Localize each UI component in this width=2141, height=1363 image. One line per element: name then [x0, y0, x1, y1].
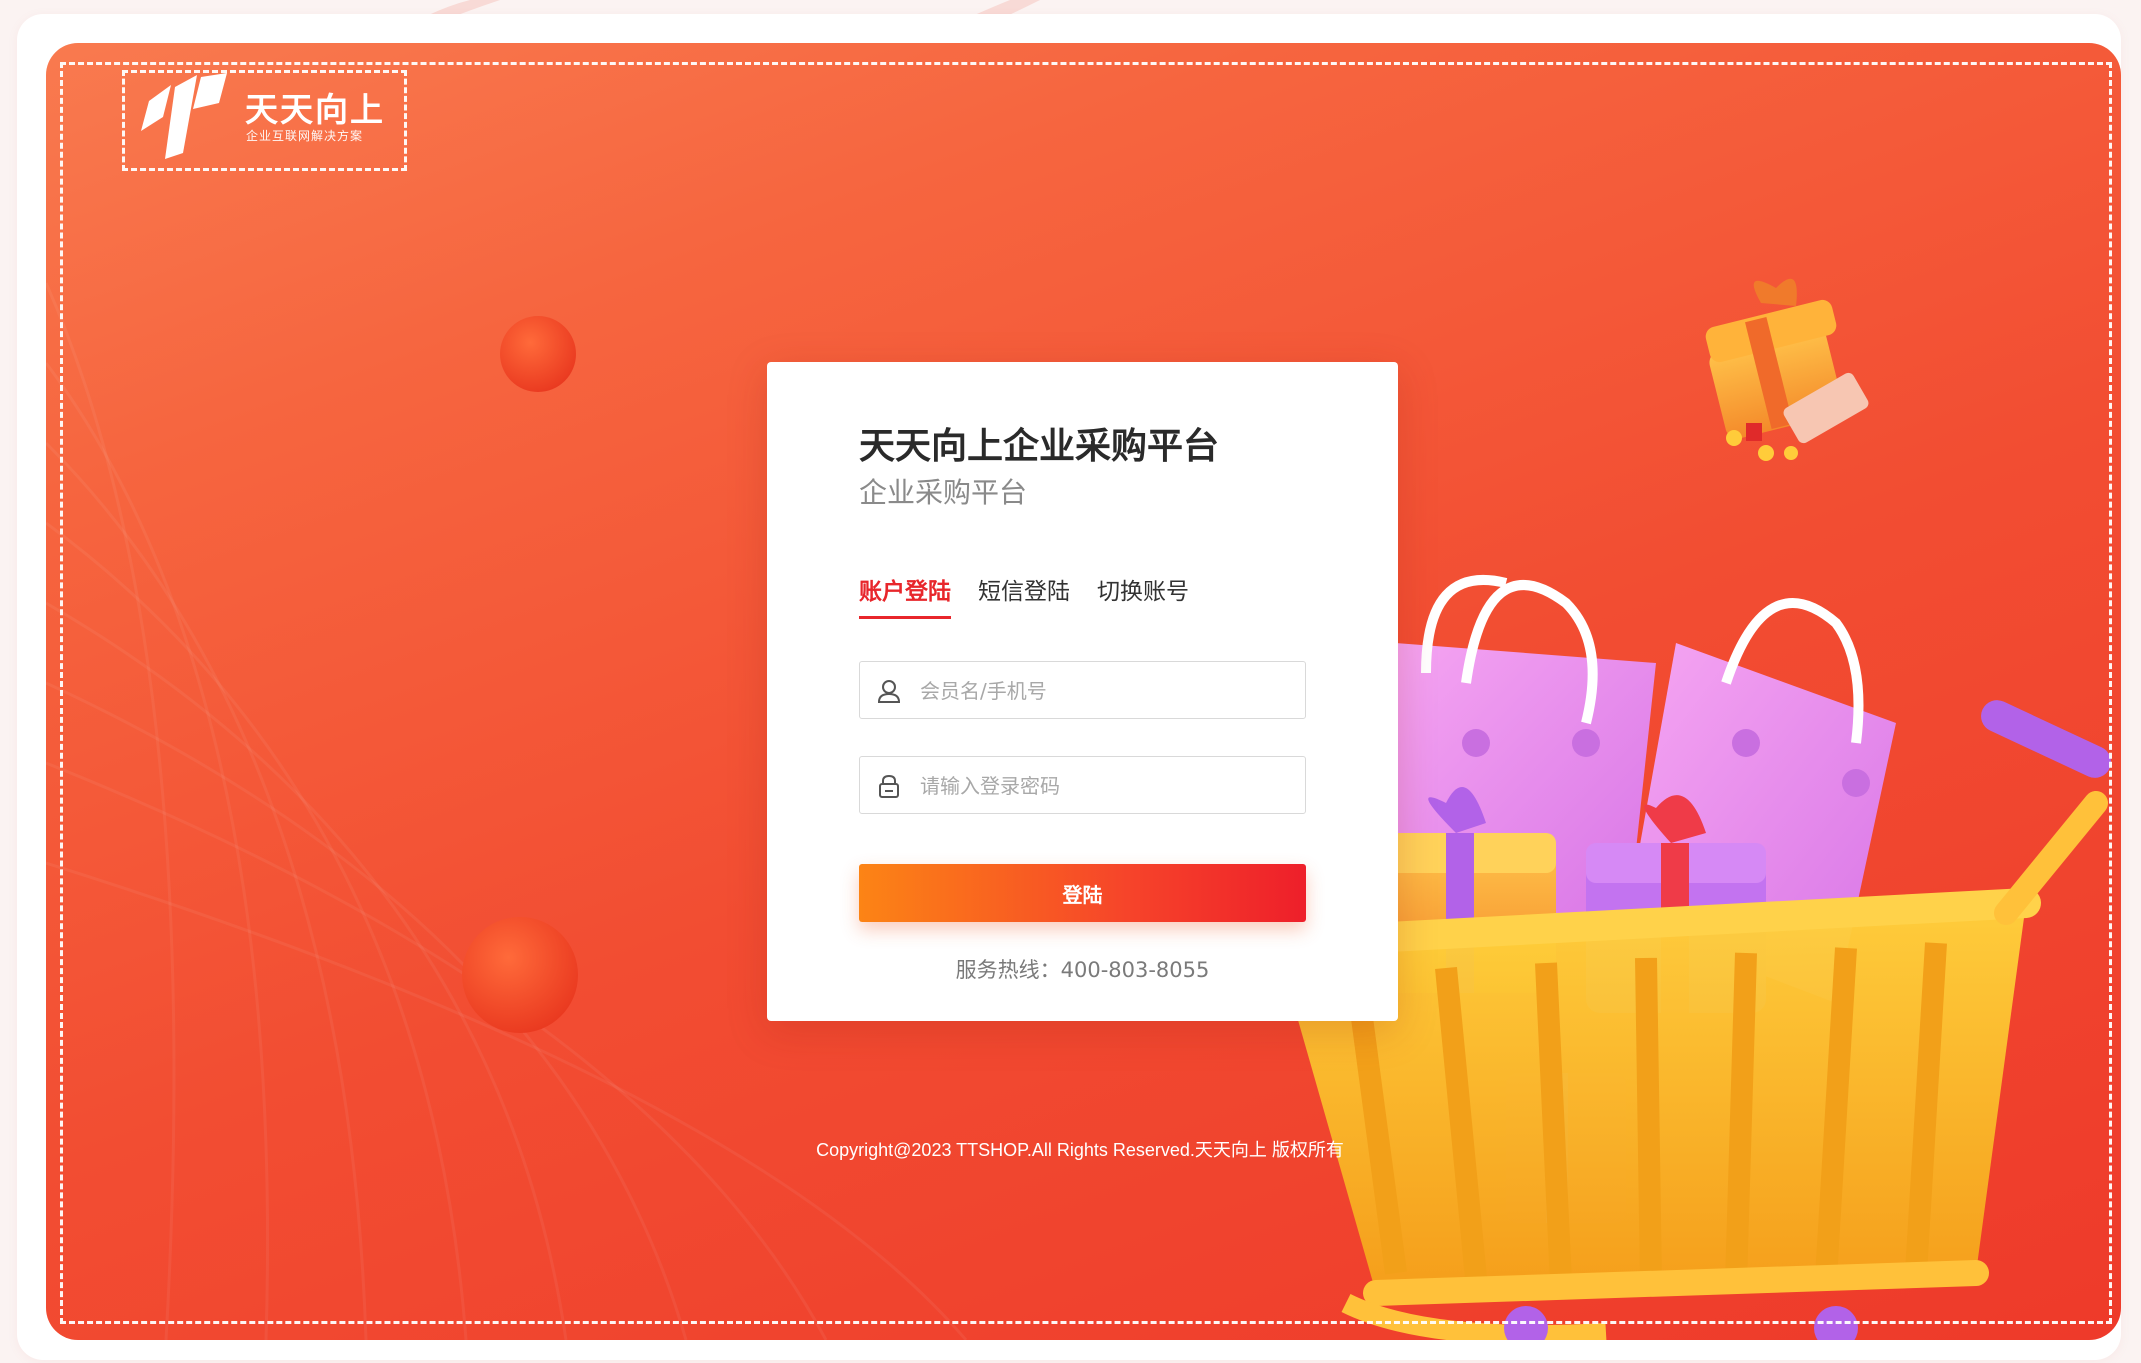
brand-slogan: 企业互联网解决方案 — [246, 129, 364, 143]
brand-logo[interactable]: 天天向上 企业互联网解决方案 — [122, 70, 407, 171]
username-input[interactable] — [918, 662, 1292, 720]
password-field[interactable] — [859, 756, 1306, 815]
tab-account-login[interactable]: 账户登陆 — [859, 572, 951, 619]
login-button[interactable]: 登陆 — [859, 864, 1306, 922]
username-field[interactable] — [859, 661, 1306, 720]
brand-name: 天天向上 — [245, 90, 385, 129]
user-icon — [877, 680, 901, 703]
login-card: 天天向上企业采购平台 企业采购平台 账户登陆 短信登陆 切换账号 登陆 服务热线… — [767, 362, 1398, 1021]
password-input[interactable] — [918, 757, 1292, 815]
login-subtitle: 企业采购平台 — [859, 476, 1028, 509]
login-title: 天天向上企业采购平台 — [859, 426, 1220, 467]
lock-icon — [879, 774, 899, 798]
tab-sms-login[interactable]: 短信登陆 — [978, 572, 1070, 606]
copyright-text: Copyright@2023 TTSHOP.All Rights Reserve… — [816, 1140, 1344, 1160]
brand-logo-mark — [141, 73, 227, 159]
login-page: 天天向上 企业互联网解决方案 天天向上企业采购平台 企业采购平台 账户登陆 短信… — [0, 0, 2141, 1363]
service-hotline: 服务热线：400-803-8055 — [955, 958, 1210, 982]
tab-switch-account[interactable]: 切换账号 — [1097, 572, 1189, 606]
